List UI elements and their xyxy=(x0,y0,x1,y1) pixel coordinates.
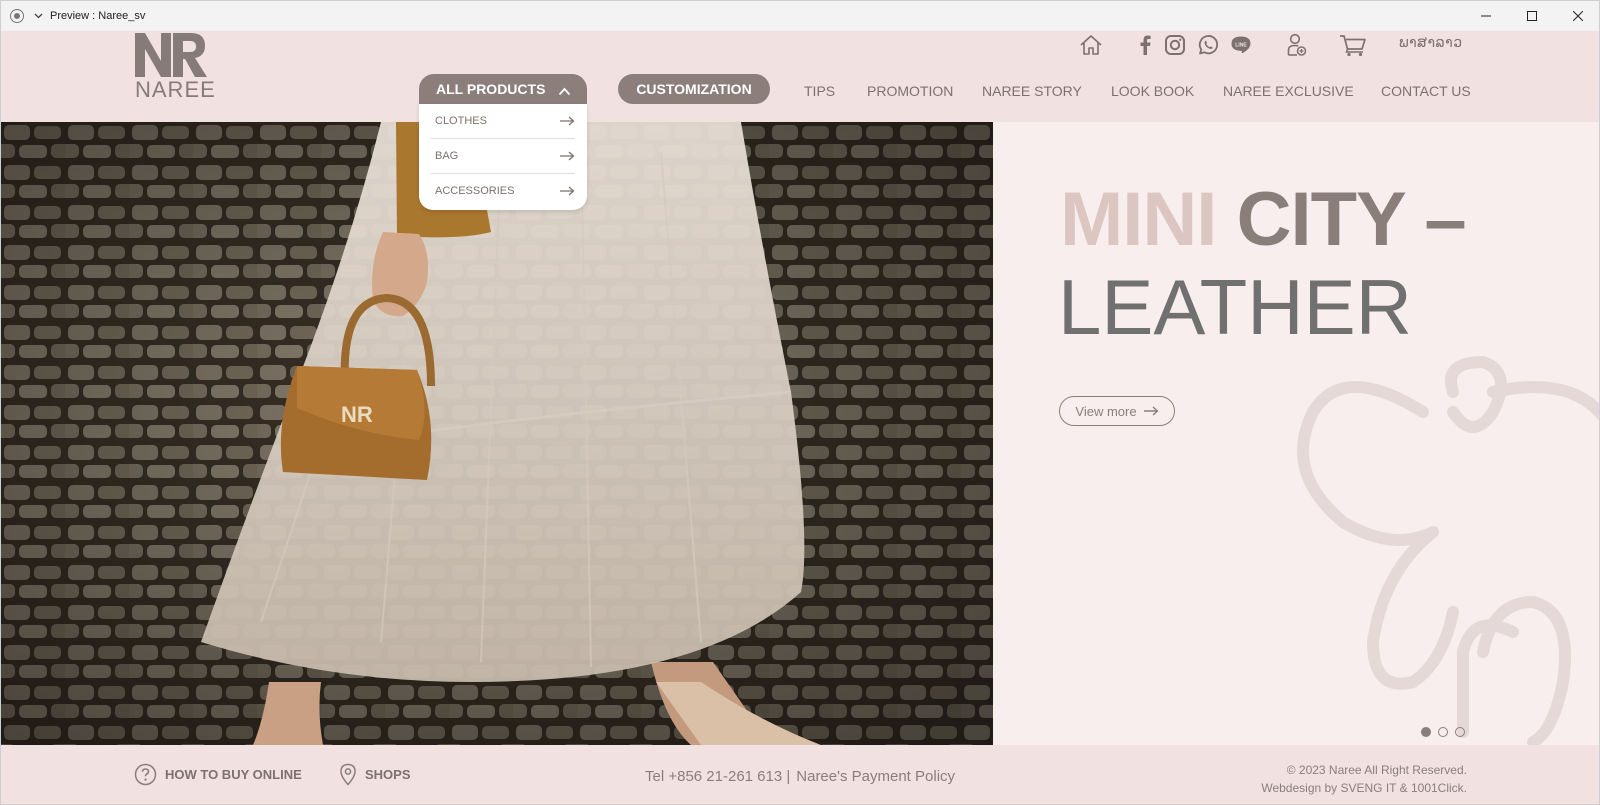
dropdown-item-label: CLOTHES xyxy=(435,115,487,127)
wordmark: NAREE xyxy=(135,77,216,102)
carousel-dot-1[interactable] xyxy=(1421,727,1431,737)
dropdown-item-label: BAG xyxy=(435,150,459,162)
payment-policy-link[interactable]: Naree's Payment Policy xyxy=(796,768,955,785)
nav-tips[interactable]: TIPS xyxy=(804,83,835,99)
view-more-label: View more xyxy=(1075,403,1137,419)
question-icon xyxy=(134,763,157,786)
headline-light: MINI xyxy=(1060,177,1217,262)
chevron-up-icon xyxy=(558,83,571,99)
hero-panel: MINI CITY – LEATHER View more xyxy=(993,122,1599,745)
svg-text:LINE: LINE xyxy=(1235,42,1247,48)
site-header: NAREE LINE ພາສາລາວ ALL PRODUCTS CUSTOMIZ… xyxy=(1,31,1599,122)
arrow-right-icon xyxy=(560,116,575,126)
window-titlebar: Preview : Naree_sv xyxy=(1,1,1599,31)
home-icon[interactable] xyxy=(1079,33,1103,57)
butterfly-watermark-icon xyxy=(1297,356,1599,745)
shops-label: SHOPS xyxy=(365,767,411,782)
shops-link[interactable]: SHOPS xyxy=(339,763,411,786)
all-products-dropdown: CLOTHES BAG ACCESSORIES xyxy=(419,104,587,210)
cart-icon[interactable] xyxy=(1339,33,1367,57)
nav-look-book[interactable]: LOOK BOOK xyxy=(1111,83,1194,99)
close-button[interactable] xyxy=(1555,1,1599,31)
nav-promotion[interactable]: PROMOTION xyxy=(867,83,953,99)
dropdown-item-label: ACCESSORIES xyxy=(435,185,515,197)
arrow-right-icon xyxy=(560,151,575,161)
instagram-icon[interactable] xyxy=(1164,33,1186,57)
nav-naree-exclusive[interactable]: NAREE EXCLUSIVE xyxy=(1223,83,1354,99)
headline-dark: CITY – xyxy=(1236,177,1467,262)
footer-contact: Tel +856 21-261 613 | Naree's Payment Pol… xyxy=(645,768,955,785)
copyright: © 2023 Naree All Right Reserved. xyxy=(1286,763,1467,777)
line-icon[interactable]: LINE xyxy=(1230,33,1252,57)
arrow-right-icon xyxy=(560,186,575,196)
customization-button[interactable]: CUSTOMIZATION xyxy=(618,74,770,104)
hero-headline: MINI CITY – xyxy=(1060,182,1467,258)
hero-photo-illustration: NR xyxy=(1,122,993,745)
top-icon-bar: LINE ພາສາລາວ xyxy=(1,31,1599,61)
whatsapp-icon[interactable] xyxy=(1197,33,1219,57)
footer-legal: © 2023 Naree All Right Reserved. Webdesi… xyxy=(1261,761,1467,797)
chevron-down-icon[interactable] xyxy=(32,10,44,22)
all-products-button[interactable]: ALL PRODUCTS xyxy=(419,74,587,104)
carousel-dots xyxy=(1421,727,1465,737)
maximize-button[interactable] xyxy=(1509,1,1555,31)
view-more-button[interactable]: View more xyxy=(1059,396,1175,426)
dropdown-item-accessories[interactable]: ACCESSORIES xyxy=(431,174,575,208)
site-footer: HOW TO BUY ONLINE SHOPS Tel +856 21-261 … xyxy=(1,745,1599,804)
all-products-label: ALL PRODUCTS xyxy=(436,81,546,97)
language-switch[interactable]: ພາສາລາວ xyxy=(1399,34,1463,51)
arrow-right-icon xyxy=(1143,406,1159,416)
app-icon xyxy=(10,9,24,23)
design-credit: Webdesign by SVENG IT & 1001Click. xyxy=(1261,781,1467,795)
how-to-buy-label: HOW TO BUY ONLINE xyxy=(165,767,302,782)
carousel-dot-3[interactable] xyxy=(1455,727,1465,737)
telephone: Tel +856 21-261 613 | xyxy=(645,768,791,785)
hero-headline-line2: LEATHER xyxy=(1058,263,1412,351)
facebook-icon[interactable] xyxy=(1139,33,1151,57)
window-title: Preview : Naree_sv xyxy=(50,10,146,22)
dropdown-item-bag[interactable]: BAG xyxy=(431,139,575,173)
app-window: Preview : Naree_sv NAREE LINE ພາສາລາວ AL… xyxy=(0,0,1600,805)
bag-monogram: NR xyxy=(341,402,373,427)
nav-naree-story[interactable]: NAREE STORY xyxy=(982,83,1082,99)
dropdown-item-clothes[interactable]: CLOTHES xyxy=(431,104,575,138)
minimize-button[interactable] xyxy=(1463,1,1509,31)
location-pin-icon xyxy=(340,763,356,786)
how-to-buy-link[interactable]: HOW TO BUY ONLINE xyxy=(134,763,302,786)
carousel-dot-2[interactable] xyxy=(1438,727,1448,737)
nav-contact-us[interactable]: CONTACT US xyxy=(1381,83,1471,99)
account-icon[interactable] xyxy=(1287,33,1307,57)
hero-photo: NR xyxy=(1,122,993,745)
